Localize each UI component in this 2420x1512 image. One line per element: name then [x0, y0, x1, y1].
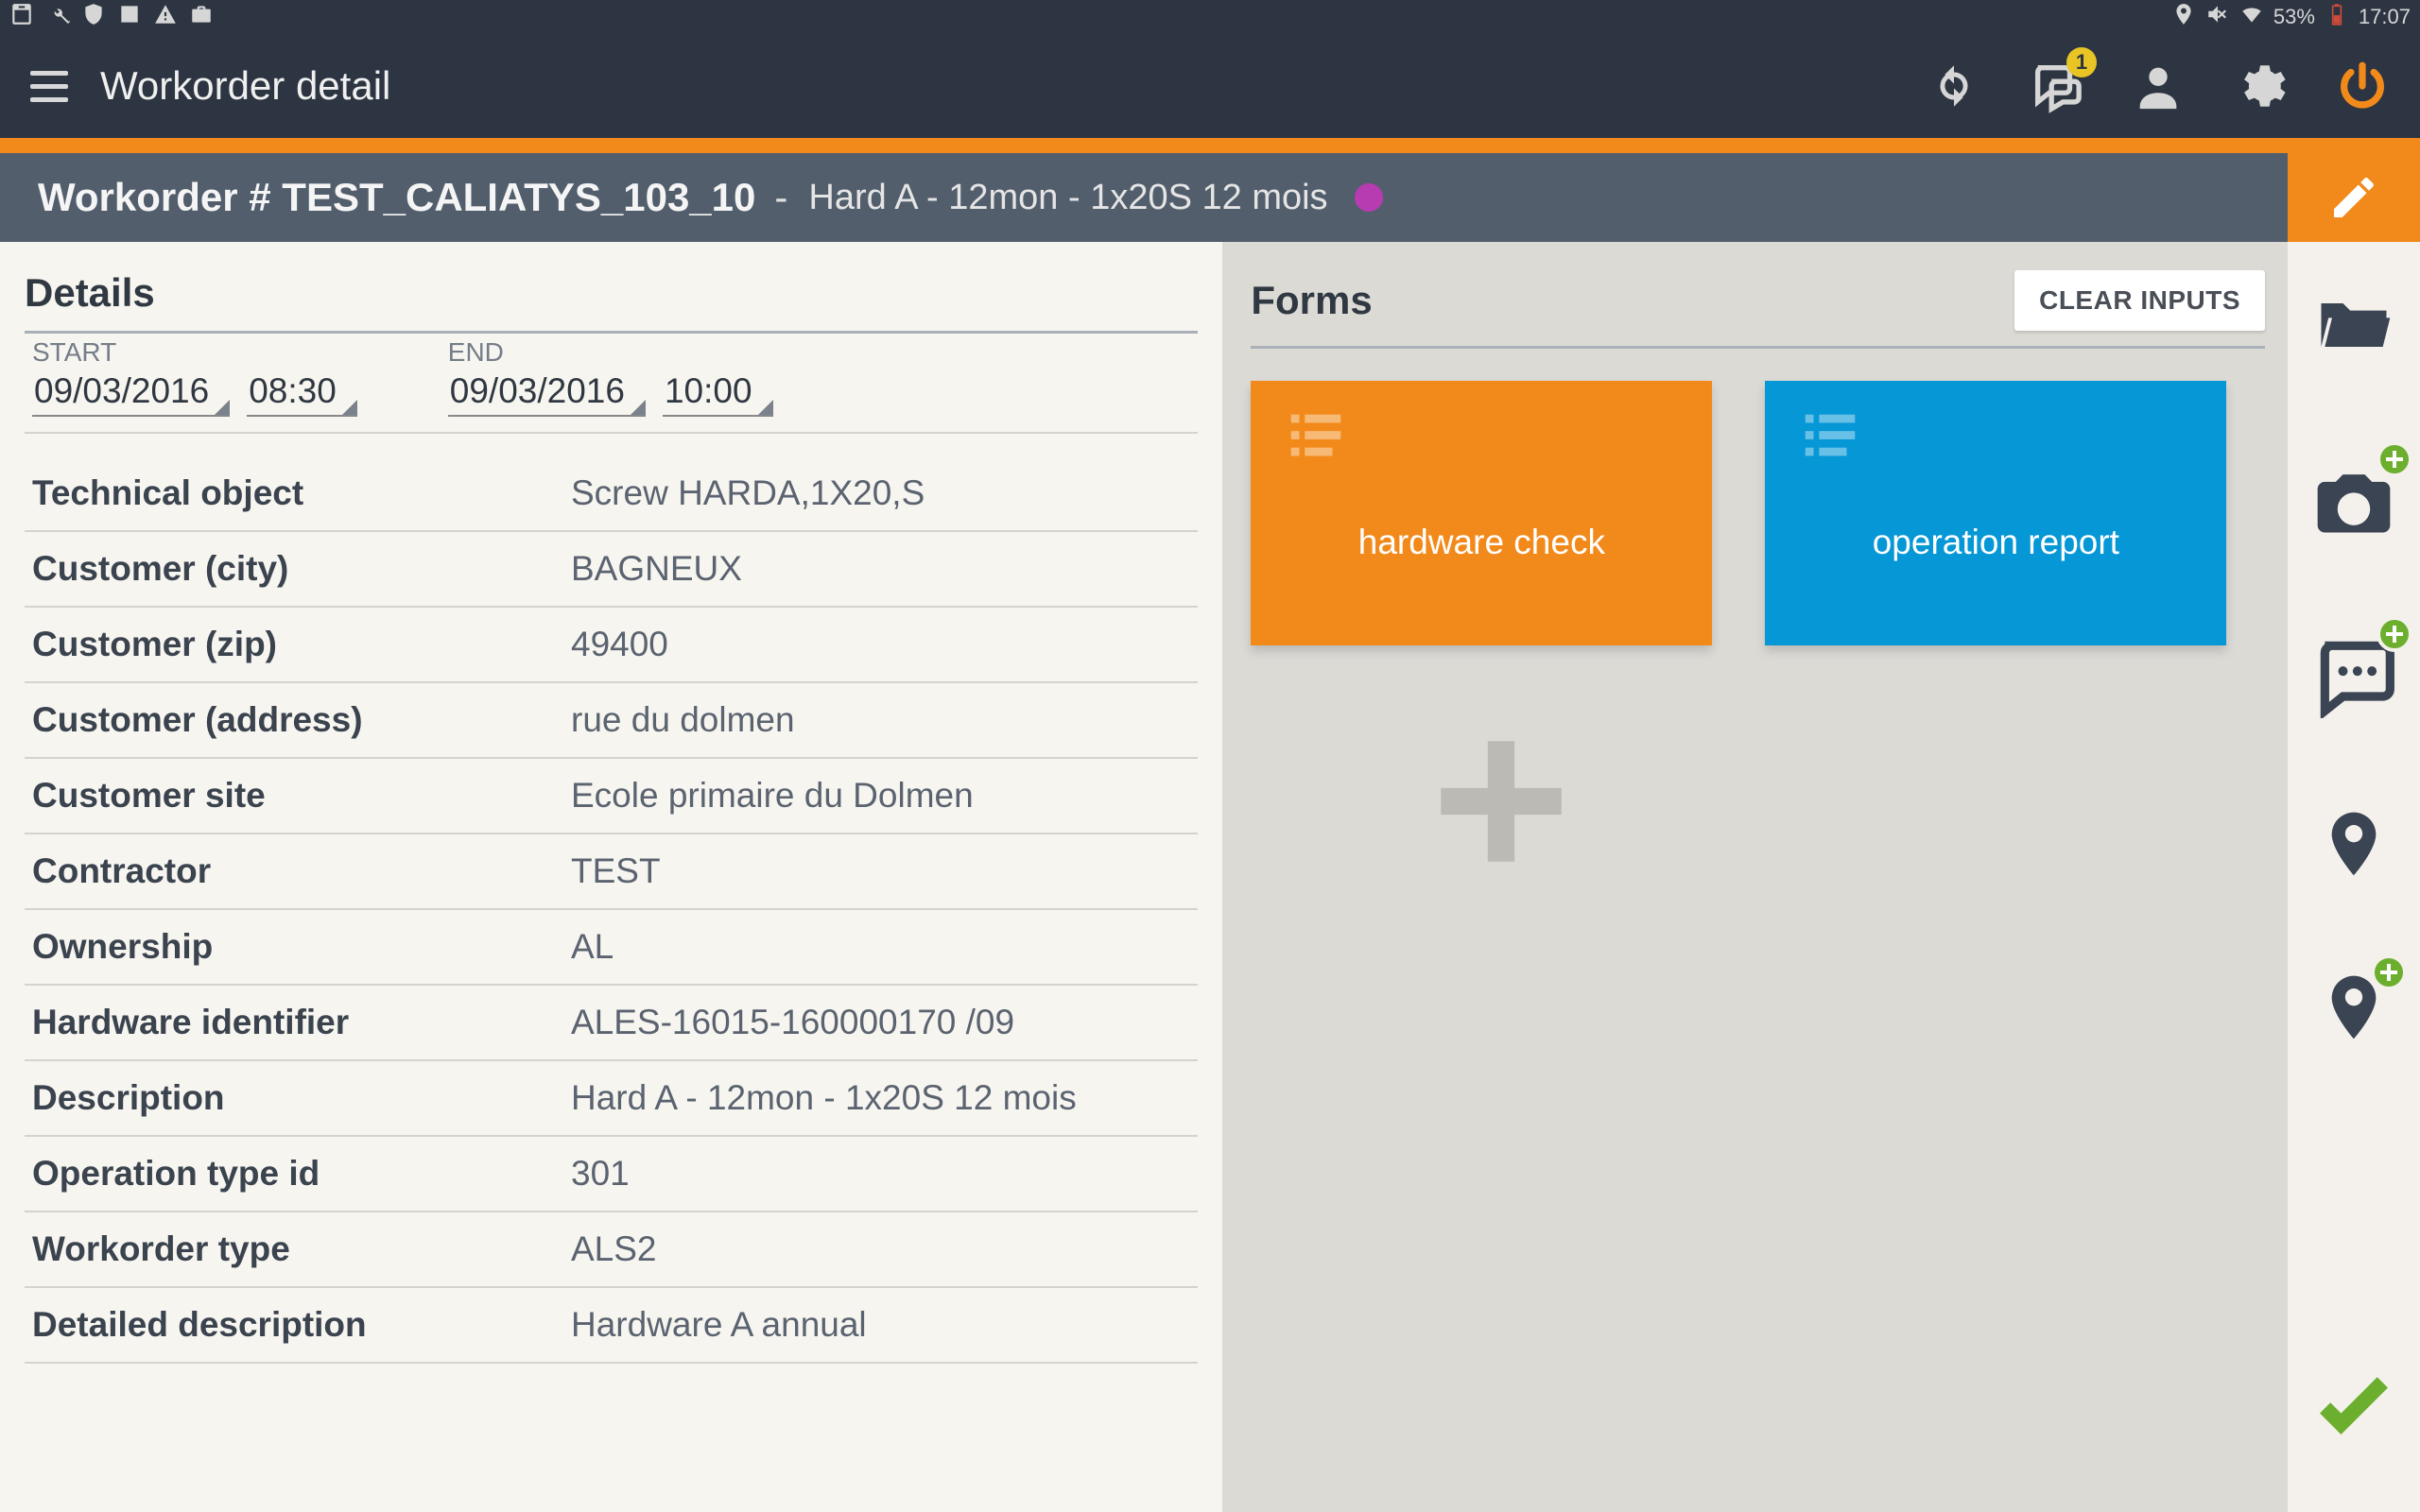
shield-icon [81, 2, 106, 32]
start-time-picker[interactable]: 08:30 [247, 369, 354, 413]
detail-label: Description [32, 1078, 571, 1118]
check-icon [2303, 1358, 2405, 1460]
battery-percentage: 53% [2273, 5, 2315, 29]
detail-row: Hardware identifierALES-16015-160000170 … [25, 986, 1198, 1061]
detail-value: rue du dolmen [571, 700, 795, 740]
detail-row: OwnershipAL [25, 910, 1198, 986]
folder-open-button[interactable] [2310, 282, 2397, 373]
detail-label: Contractor [32, 851, 571, 891]
menu-icon[interactable] [30, 64, 74, 108]
end-time-picker[interactable]: 10:00 [663, 369, 769, 413]
forms-header: Forms [1251, 278, 2014, 323]
form-card-title: operation report [1765, 523, 2226, 562]
status-dot [1355, 183, 1383, 212]
detail-value: Screw HARDA,1X20,S [571, 473, 925, 513]
edit-button[interactable] [2288, 153, 2420, 242]
edit-location-button[interactable] [2316, 970, 2392, 1050]
image-icon [117, 2, 142, 32]
battery-icon [2325, 2, 2349, 32]
warning-icon [153, 2, 178, 32]
chat-badge: 1 [2066, 47, 2097, 77]
app-title: Workorder detail [100, 63, 390, 109]
power-icon[interactable] [2335, 59, 2390, 113]
detail-label: Customer site [32, 776, 571, 816]
detail-label: Ownership [32, 927, 571, 967]
form-card[interactable]: operation report [1765, 381, 2226, 645]
android-status-bar: 53% 17:07 [0, 0, 2420, 34]
detail-row: Customer (zip)49400 [25, 608, 1198, 683]
banner-separator: - [774, 175, 787, 220]
add-comment-button[interactable] [2310, 631, 2397, 723]
detail-label: Hardware identifier [32, 1003, 571, 1042]
detail-value: ALES-16015-160000170 /09 [571, 1003, 1014, 1042]
start-label: START [32, 337, 354, 368]
tablet-icon [9, 2, 34, 32]
detail-value: 49400 [571, 625, 668, 664]
clear-inputs-button[interactable]: CLEAR INPUTS [2014, 270, 2265, 331]
detail-row: Technical objectScrew HARDA,1X20,S [25, 456, 1198, 532]
detail-row: Customer (city)BAGNEUX [25, 532, 1198, 608]
detail-row: DescriptionHard A - 12mon - 1x20S 12 moi… [25, 1061, 1198, 1137]
detail-label: Customer (zip) [32, 625, 571, 664]
pin-icon [2316, 806, 2392, 882]
detail-value: AL [571, 927, 614, 967]
confirm-button[interactable] [2303, 1358, 2405, 1465]
action-rail [2288, 242, 2420, 1512]
gear-icon[interactable] [2233, 59, 2288, 113]
accent-divider [0, 138, 2420, 153]
chat-icon[interactable]: 1 [2029, 59, 2083, 113]
detail-value: ALS2 [571, 1229, 657, 1269]
end-date-picker[interactable]: 09/03/2016 [448, 369, 642, 413]
detail-label: Workorder type [32, 1229, 571, 1269]
list-icon [1275, 404, 1687, 474]
plus-badge [2377, 616, 2412, 652]
dates-row: START 09/03/2016 08:30 END 09/03/2016 10… [25, 334, 1198, 434]
workorder-subtitle: Hard A - 12mon - 1x20S 12 mois [808, 178, 1327, 218]
detail-label: Detailed description [32, 1305, 571, 1345]
detail-value: Hardware A annual [571, 1305, 867, 1345]
detail-label: Customer (address) [32, 700, 571, 740]
detail-value: Hard A - 12mon - 1x20S 12 mois [571, 1078, 1077, 1118]
pencil-icon [2327, 171, 2380, 224]
end-label: END [448, 337, 769, 368]
location-status-icon [2171, 2, 2196, 32]
detail-value: Ecole primaire du Dolmen [571, 776, 974, 816]
wrench-icon [45, 2, 70, 32]
details-header: Details [25, 270, 1198, 334]
detail-label: Technical object [32, 473, 571, 513]
wifi-icon [2239, 2, 2264, 32]
detail-row: Customer (address)rue du dolmen [25, 683, 1198, 759]
detail-value: BAGNEUX [571, 549, 742, 589]
form-card[interactable]: hardware check [1251, 381, 1712, 645]
form-card-title: hardware check [1251, 523, 1712, 562]
detail-row: ContractorTEST [25, 834, 1198, 910]
start-date-picker[interactable]: 09/03/2016 [32, 369, 226, 413]
app-bar: Workorder detail 1 [0, 34, 2420, 138]
workorder-number: Workorder # TEST_CALIATYS_103_10 [38, 175, 755, 220]
mute-icon [2205, 2, 2230, 32]
detail-row: Operation type id301 [25, 1137, 1198, 1212]
list-icon [1789, 404, 2202, 474]
refresh-icon[interactable] [1927, 59, 1981, 113]
clock-text: 17:07 [2359, 5, 2411, 29]
add-form-button[interactable] [1421, 721, 1582, 882]
details-panel: Details START 09/03/2016 08:30 END 09/03… [0, 242, 1222, 1512]
plus-icon [1421, 721, 1582, 882]
detail-label: Customer (city) [32, 549, 571, 589]
workorder-banner: Workorder # TEST_CALIATYS_103_10 - Hard … [0, 153, 2420, 242]
add-photo-button[interactable] [2310, 456, 2397, 548]
detail-row: Detailed descriptionHardware A annual [25, 1288, 1198, 1364]
edit-badge [2371, 954, 2407, 990]
detail-label: Operation type id [32, 1154, 571, 1194]
location-button[interactable] [2316, 806, 2392, 886]
detail-value: 301 [571, 1154, 630, 1194]
detail-row: Customer siteEcole primaire du Dolmen [25, 759, 1198, 834]
folder-open-icon [2310, 282, 2397, 369]
plus-badge [2377, 441, 2412, 477]
user-icon[interactable] [2131, 59, 2186, 113]
forms-panel: Forms CLEAR INPUTS hardware check operati… [1222, 242, 2288, 1512]
detail-row: Workorder typeALS2 [25, 1212, 1198, 1288]
briefcase-icon [189, 2, 214, 32]
detail-value: TEST [571, 851, 661, 891]
